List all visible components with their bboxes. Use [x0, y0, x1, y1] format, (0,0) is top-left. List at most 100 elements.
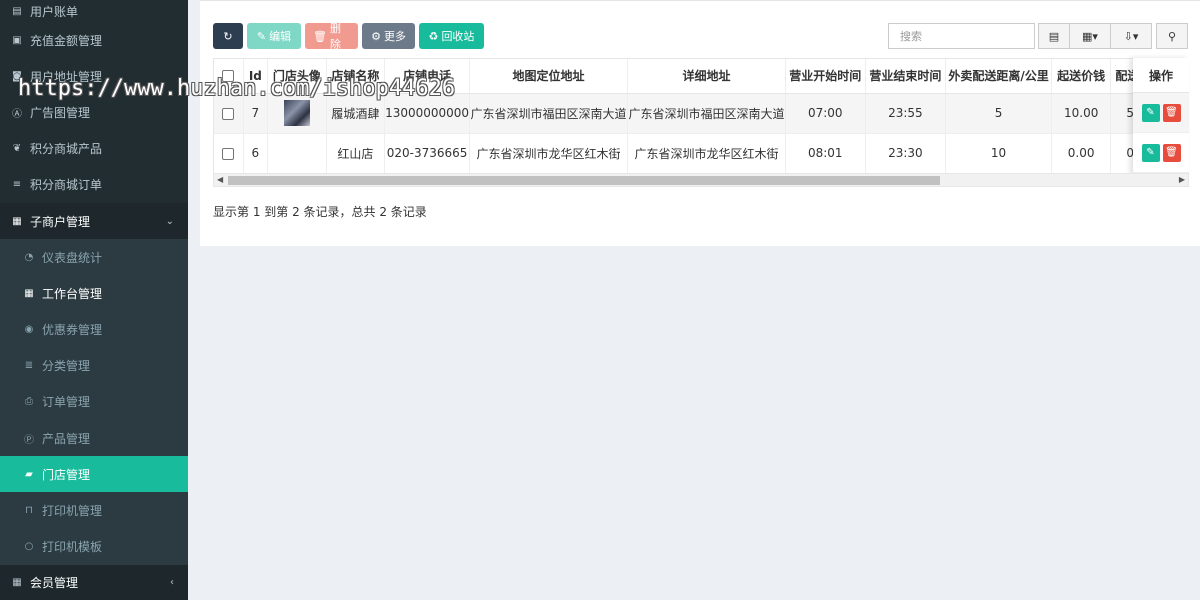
- watermark: https://www.huzhan.com/ishop44626: [18, 76, 456, 101]
- row-delete-button[interactable]: 🗑: [1162, 103, 1181, 122]
- row-edit-button[interactable]: ✎: [1141, 143, 1160, 162]
- sidebar-item-label: 打印机模板: [42, 540, 103, 555]
- printer-icon: ⊓: [25, 505, 33, 517]
- scrollbar-thumb[interactable]: [228, 176, 940, 185]
- table-icon: ▦: [12, 215, 22, 227]
- column-header[interactable]: 外卖配送距离/公里: [945, 59, 1052, 94]
- column-header[interactable]: 营业开始时间: [785, 59, 866, 94]
- delete-button[interactable]: 🗑 删除: [305, 22, 358, 51]
- sidebar-item-8[interactable]: ▦ 工作台管理: [0, 275, 188, 312]
- trash-icon: 🗑: [1165, 107, 1178, 118]
- row-checkbox[interactable]: [222, 147, 235, 160]
- operations-header: 操作: [1133, 58, 1189, 93]
- cell-close-time: 23:30: [865, 133, 947, 174]
- sidebar-item-label: 充值金额管理: [30, 33, 103, 48]
- horizontal-scrollbar[interactable]: ◀ ▶: [213, 173, 1189, 187]
- refresh-icon: ↻: [223, 29, 233, 43]
- table-row[interactable]: 6 红山店 020-3736665 广东省深圳市龙华区红木街 广东省深圳市龙华区…: [214, 133, 1188, 174]
- sidebar-item-label: 工作台管理: [42, 286, 103, 301]
- cell-detail-address: 广东省深圳市龙华区红木街: [627, 133, 786, 174]
- cell-distance: 10: [945, 133, 1052, 174]
- table-icon: ▦: [12, 577, 22, 589]
- sidebar-item-10[interactable]: ≣ 分类管理: [0, 347, 188, 384]
- scroll-right-icon[interactable]: ▶: [1179, 175, 1185, 184]
- column-header[interactable]: 起送价钱: [1051, 59, 1112, 94]
- cell-store-name: 红山店: [326, 133, 386, 174]
- cell-open-time: 08:01: [785, 133, 866, 174]
- coupon-icon: ◉: [24, 324, 34, 336]
- export-icon: ⇩▾: [1123, 29, 1139, 43]
- sidebar-item-14[interactable]: ⊓ 打印机管理: [0, 492, 188, 529]
- sidebar-item-15[interactable]: ○ 打印机模板: [0, 528, 188, 565]
- operations-column: 操作 ✎ 🗑 ✎ 🗑: [1133, 58, 1189, 176]
- sidebar-item-5[interactable]: ≡ 积分商城订单: [0, 167, 188, 203]
- chevron-left-icon: ‹: [170, 577, 174, 589]
- sidebar-item-label: 积分商城产品: [30, 142, 103, 157]
- toggle-view-button[interactable]: ▤: [1038, 23, 1070, 49]
- sidebar-item-4[interactable]: ❦ 积分商城产品: [0, 131, 188, 167]
- sidebar-item-6[interactable]: ▦ 子商户管理 ⌄: [0, 202, 188, 240]
- sidebar-item-label: 优惠券管理: [42, 323, 103, 338]
- content-panel: ↻ ✎ 编辑 🗑 删除 ⚙ 更多 ♻ 回收站 搜索 ▤ ▦▾ ⇩▾ ⚲ Id 门店头像 …: [200, 0, 1200, 246]
- table-icon: ▦: [24, 287, 34, 299]
- pencil-icon: ✎: [256, 29, 267, 43]
- store-avatar-image[interactable]: [283, 100, 310, 126]
- operations-row: ✎ 🗑: [1133, 93, 1189, 133]
- cell-min-price: 0.00: [1051, 133, 1112, 174]
- recycle-bin-button[interactable]: ♻ 回收站: [419, 23, 484, 49]
- sidebar-item-label: 打印机管理: [42, 504, 103, 519]
- sidebar-item-11[interactable]: ⎙ 订单管理: [0, 383, 188, 421]
- columns-button[interactable]: ▦▾: [1069, 23, 1111, 49]
- shop-icon: ▰: [25, 468, 33, 480]
- cell-min-price: 10.00: [1051, 93, 1112, 134]
- sidebar-item-label: 门店管理: [42, 467, 91, 482]
- search-button[interactable]: ⚲: [1156, 23, 1188, 49]
- sidebar-item-16[interactable]: ▦ 会员管理 ‹: [0, 564, 188, 600]
- refresh-button[interactable]: ↻: [213, 23, 243, 49]
- cell-distance: 5: [945, 93, 1052, 134]
- sidebar-item-label: 积分商城订单: [30, 178, 103, 193]
- row-edit-button[interactable]: ✎: [1141, 103, 1160, 122]
- scroll-left-icon[interactable]: ◀: [217, 175, 223, 184]
- dashboard-icon: ◔: [24, 251, 34, 263]
- bars-icon: ≡: [12, 179, 22, 191]
- more-button[interactable]: ⚙ 更多: [362, 23, 415, 49]
- sidebar-item-12[interactable]: Ⓟ 产品管理: [0, 420, 188, 457]
- sidebar-item-label: 产品管理: [42, 431, 91, 446]
- print-icon: ⎙: [25, 396, 33, 408]
- sidebar-item-label: 用户账单: [30, 4, 79, 19]
- column-header[interactable]: 地图定位地址: [469, 59, 628, 94]
- sidebar-item-7[interactable]: ◔ 仪表盘统计: [0, 239, 188, 276]
- cell-open-time: 07:00: [785, 93, 866, 134]
- trash-icon: 🗑: [313, 29, 327, 43]
- sidebar-item-1[interactable]: ▣ 充值金额管理: [0, 22, 188, 58]
- product-icon: Ⓟ: [24, 434, 34, 446]
- sidebar-item-label: 会员管理: [30, 576, 79, 591]
- circle-icon: ○: [24, 541, 34, 553]
- sidebar-item-label: 子商户管理: [30, 214, 91, 229]
- sidebar-item-13[interactable]: ▰ 门店管理: [0, 456, 188, 493]
- trash-icon: 🗑: [1165, 147, 1178, 158]
- chevron-down-icon: ⌄: [165, 215, 174, 227]
- recycle-icon: ♻: [428, 29, 439, 43]
- sidebar-item-0[interactable]: ▤ 用户账单: [0, 0, 188, 22]
- column-header[interactable]: 营业结束时间: [865, 59, 947, 94]
- cell-phone: 020-3736665: [384, 133, 471, 174]
- sidebar-item-9[interactable]: ◉ 优惠券管理: [0, 311, 188, 348]
- column-header[interactable]: 详细地址: [627, 59, 786, 94]
- search-input[interactable]: 搜索: [888, 23, 1035, 49]
- operations-row: ✎ 🗑: [1133, 133, 1189, 173]
- row-delete-button[interactable]: 🗑: [1162, 143, 1181, 162]
- columns-icon: ▦▾: [1082, 29, 1098, 43]
- pencil-icon: ✎: [1146, 107, 1155, 118]
- gear-icon: ⚙: [371, 29, 381, 43]
- edit-button[interactable]: ✎ 编辑: [247, 23, 301, 49]
- cell-id: 6: [243, 133, 269, 174]
- sidebar-item-label: 仪表盘统计: [42, 250, 103, 265]
- gift-icon: ❦: [12, 143, 22, 155]
- row-checkbox[interactable]: [222, 107, 235, 120]
- export-button[interactable]: ⇩▾: [1110, 23, 1152, 49]
- table-tools: ▤ ▦▾ ⇩▾ ⚲: [1038, 23, 1188, 49]
- list-alt-icon: ▤: [12, 5, 22, 17]
- cell-map-address: 广东省深圳市福田区深南大道: [469, 93, 628, 134]
